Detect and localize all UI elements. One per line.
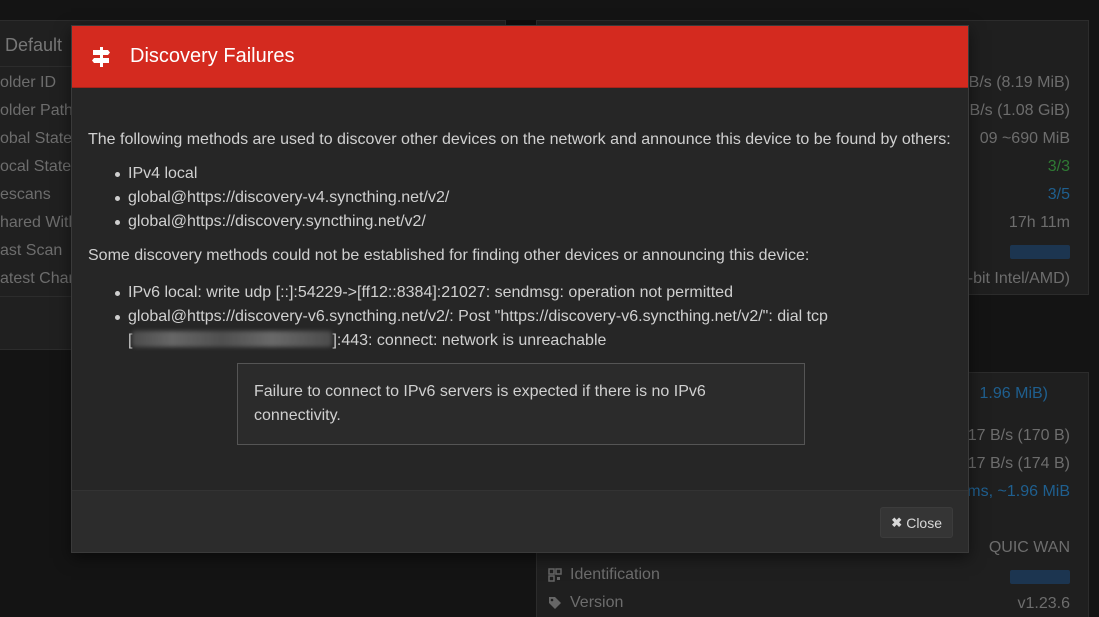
device-value: 7 B/s (8.19 MiB) [955,74,1070,91]
remote-value: 17 B/s (174 B) [967,455,1070,472]
tag-icon [549,597,561,609]
version-label: Version [570,594,624,611]
list-item: IPv4 local [115,162,952,186]
discovery-failures-list: IPv6 local: write udp [::]:54229->[ff12:… [115,281,952,353]
failure-text: ]:443: connect: network is unreachable [332,332,607,349]
folder-title: Default [5,35,63,55]
folder-row-label: hared With [0,214,78,231]
version-value: v1.23.6 [1017,595,1070,612]
remote-value: QUIC WAN [988,539,1070,556]
modal-body: The following methods are used to discov… [72,88,968,445]
discovery-failures-modal: Discovery Failures The following methods… [71,25,969,553]
discovery-intro-text: The following methods are used to discov… [88,131,951,148]
list-item: IPv6 local: write udp [::]:54229->[ff12:… [115,281,952,305]
modal-footer: ✖ Close [72,490,968,552]
device-id-bar [1010,245,1070,259]
list-item: global@https://discovery-v4.syncthing.ne… [115,186,952,210]
redacted-address [132,331,333,347]
close-icon: ✖ [891,514,903,530]
folder-row-label: ocal State [0,158,72,175]
folder-row-label: obal State [0,130,73,147]
list-item: global@https://discovery-v6.syncthing.ne… [115,305,952,353]
identification-row: Identification [548,566,660,584]
remote-header: 1.96 MiB) [979,385,1048,402]
modal-header: Discovery Failures [72,26,968,88]
folder-row-label: older ID [0,74,57,91]
device-value: 3/5 [1047,186,1070,203]
folder-row-label: ast Scan [0,242,63,259]
device-value: 7 B/s (1.08 GiB) [956,102,1070,119]
modal-title: Discovery Failures [130,45,295,67]
close-button[interactable]: ✖ Close [880,507,953,538]
ipv6-notice: Failure to connect to IPv6 servers is ex… [237,363,805,445]
device-value: 3/3 [1047,158,1070,175]
device-value: 4-bit Intel/AMD) [958,270,1070,287]
folder-row-label: older Path [0,102,73,119]
identification-label: Identification [570,566,660,583]
device-value: 17h 11m [1008,214,1070,231]
failure-text: global@https://discovery-v6.syncthing.ne… [128,308,828,325]
identification-bar [1010,570,1070,584]
remote-value: 17 B/s (170 B) [967,427,1070,444]
qrcode-icon [548,568,562,582]
failed-intro-text: Some discovery methods could not be esta… [88,247,810,264]
close-label: Close [906,514,942,531]
version-row: Version [548,594,623,612]
signpost-icon [92,46,110,67]
device-value: 09 ~690 MiB [979,130,1070,147]
discovery-methods-list: IPv4 local global@https://discovery-v4.s… [115,162,952,234]
folder-row-label: escans [0,186,51,203]
folder-row-label: atest Chan [0,270,78,287]
list-item: global@https://discovery.syncthing.net/v… [115,210,952,234]
remote-value: ems, ~1.96 MiB [958,483,1070,500]
